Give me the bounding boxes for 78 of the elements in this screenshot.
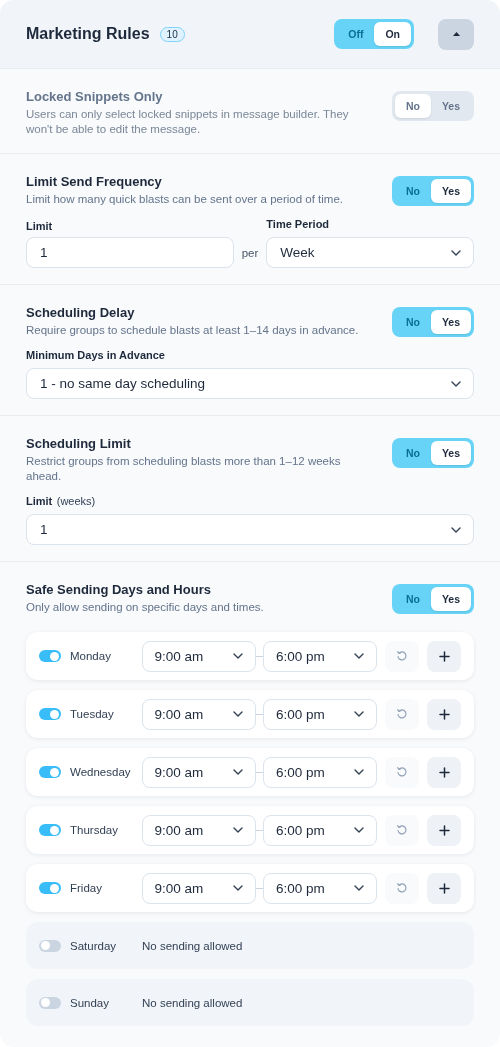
toggle-option[interactable]: Yes — [430, 310, 471, 334]
rule-description: Users can only select locked snippets in message builder. They won't be able to edit the message. — [26, 107, 350, 137]
chevron-down-icon — [233, 769, 243, 775]
day-switch[interactable] — [39, 882, 61, 894]
day-note: No sending allowed — [142, 996, 243, 1009]
per-label: per — [241, 245, 259, 261]
chevron-down-icon — [233, 711, 243, 717]
time-select[interactable]: 9:00 am — [141, 872, 256, 904]
rule-title: Limit Send Frequency — [26, 174, 163, 189]
plus-icon[interactable] — [427, 640, 461, 672]
day-name: Monday — [70, 650, 112, 662]
rule-description: Require groups to schedule blasts at least 1–14 days in advance. — [26, 323, 359, 338]
field-label: Limit — [26, 495, 53, 507]
day-name: Thursday — [70, 824, 119, 836]
day-name: Saturday — [70, 939, 118, 952]
time-select[interactable]: 6:00 pm — [262, 756, 378, 788]
chevron-down-icon — [233, 885, 243, 891]
plus-icon[interactable] — [427, 814, 461, 846]
collapse-button[interactable] — [438, 18, 474, 50]
rule-title: Safe Sending Days and Hours — [26, 582, 212, 597]
field-unit: (weeks) — [56, 495, 96, 507]
time-select[interactable]: 9:00 am — [141, 814, 256, 846]
reset-icon[interactable] — [385, 814, 420, 846]
select-field[interactable]: 1 - no same day scheduling — [26, 368, 474, 399]
panel-title: Marketing Rules — [26, 25, 150, 43]
select-field[interactable]: Week — [266, 237, 474, 268]
day-switch[interactable] — [39, 939, 61, 952]
chevron-down-icon — [354, 711, 365, 717]
day-switch[interactable] — [39, 996, 61, 1009]
day-name: Wednesday — [70, 766, 132, 778]
day-name: Sunday — [70, 996, 110, 1009]
time-select[interactable]: 6:00 pm — [262, 872, 378, 904]
time-select[interactable]: 6:00 pm — [262, 640, 378, 672]
chevron-down-icon — [354, 769, 365, 775]
rule-title: Scheduling Limit — [26, 436, 132, 451]
chevron-down-icon — [451, 380, 461, 387]
toggle-option[interactable]: On — [374, 22, 411, 46]
time-select[interactable]: 9:00 am — [141, 698, 256, 730]
toggle-option[interactable]: Yes — [430, 441, 471, 465]
count-badge: 10 — [159, 26, 185, 42]
time-select[interactable]: 9:00 am — [141, 756, 256, 788]
plus-icon[interactable] — [427, 872, 461, 904]
day-name: Tuesday — [70, 708, 115, 720]
day-note: No sending allowed — [142, 939, 243, 952]
caret-icon — [452, 32, 460, 36]
reset-icon[interactable] — [385, 698, 420, 730]
chevron-down-icon — [354, 827, 365, 833]
day-name: Friday — [70, 882, 103, 894]
day-switch[interactable] — [39, 766, 61, 778]
chevron-down-icon — [233, 653, 243, 659]
field-label: Minimum Days in Advance — [26, 349, 165, 361]
rule-title: Locked Snippets Only — [26, 89, 164, 104]
chevron-down-icon — [354, 885, 365, 891]
rule-description: Restrict groups from scheduling blasts more than 1–12 weeks ahead. — [26, 454, 342, 484]
plus-icon[interactable] — [427, 756, 461, 788]
field-label: Limit — [26, 220, 54, 232]
rule-description: Limit how many quick blasts can be sent over a period of time. — [26, 192, 344, 207]
rule-title: Scheduling Delay — [26, 305, 136, 320]
time-select[interactable]: 9:00 am — [141, 640, 256, 672]
field-label: Time Period — [266, 218, 330, 230]
chevron-down-icon — [354, 653, 365, 659]
reset-icon[interactable] — [385, 756, 420, 788]
toggle-option[interactable]: Yes — [430, 587, 471, 611]
plus-icon[interactable] — [427, 698, 461, 730]
time-select[interactable]: 6:00 pm — [262, 814, 378, 846]
rule-description: Only allow sending on specific days and times. — [26, 600, 264, 615]
day-switch[interactable] — [39, 708, 61, 720]
toggle-option[interactable]: Yes — [430, 179, 471, 203]
limit-input[interactable]: 1 — [26, 237, 234, 268]
reset-icon[interactable] — [385, 640, 420, 672]
reset-icon[interactable] — [385, 872, 420, 904]
day-switch[interactable] — [39, 824, 61, 836]
day-switch[interactable] — [39, 650, 61, 662]
chevron-down-icon — [451, 249, 461, 256]
select-field[interactable]: 1 — [26, 514, 474, 545]
time-select[interactable]: 6:00 pm — [262, 698, 378, 730]
chevron-down-icon — [451, 526, 461, 533]
chevron-down-icon — [233, 827, 243, 833]
